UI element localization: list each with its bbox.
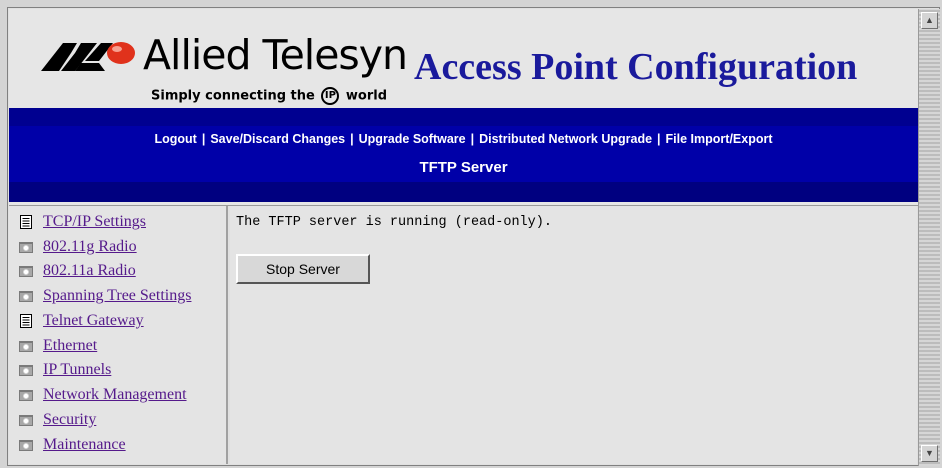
tagline-after: world <box>345 88 388 104</box>
stop-server-button[interactable]: Stop Server <box>236 254 370 284</box>
sidebar-item-label: Maintenance <box>43 436 126 453</box>
ip-circle-icon: IP <box>321 87 340 105</box>
sidebar-item-80211g-radio[interactable]: 802.11g Radio <box>18 236 137 258</box>
nav-save-discard-link[interactable]: Save/Discard Changes <box>210 132 345 146</box>
scroll-down-icon[interactable]: ▼ <box>921 445 938 462</box>
folder-icon <box>19 291 33 302</box>
brand-name: Allied Telesyn <box>143 31 408 79</box>
nav-stripe-top <box>9 108 918 126</box>
sidebar-item-label: Spanning Tree Settings <box>43 287 192 304</box>
nav-separator: | <box>201 132 206 146</box>
sidebar-item-security[interactable]: Security <box>18 409 96 431</box>
nav-logout-link[interactable]: Logout <box>155 132 197 146</box>
sidebar-item-label: TCP/IP Settings <box>43 213 146 230</box>
sidebar-item-telnet-gateway[interactable]: Telnet Gateway <box>18 310 144 332</box>
folder-icon <box>19 365 33 376</box>
sidebar-item-ethernet[interactable]: Ethernet <box>18 335 97 357</box>
sidebar-item-label: 802.11a Radio <box>43 262 136 279</box>
sidebar-item-label: Telnet Gateway <box>43 312 144 329</box>
folder-icon <box>19 390 33 401</box>
folder-icon <box>19 341 33 352</box>
sidebar-item-label: Ethernet <box>43 337 98 354</box>
content-lower-frame <box>230 344 917 464</box>
sidebar-tree: TCP/IP Settings 802.11g Radio 802.11a Ra… <box>9 206 228 464</box>
folder-icon <box>19 415 33 426</box>
nav-separator: | <box>350 132 354 146</box>
server-status-text: The TFTP server is running (read-only). <box>236 215 552 230</box>
nav-stripe-bottom <box>9 182 918 202</box>
allied-telesyn-logo: Allied Telesyn Simply connecting the IP … <box>41 31 408 109</box>
nav-separator: | <box>470 132 475 146</box>
nav-separator: | <box>657 132 661 146</box>
nav-distributed-upgrade-link[interactable]: Distributed Network Upgrade <box>479 132 652 146</box>
sidebar-item-tcpip-settings[interactable]: TCP/IP Settings <box>18 211 146 233</box>
nav-file-import-export-link[interactable]: File Import/Export <box>666 132 773 146</box>
sidebar-item-label: IP Tunnels <box>43 361 112 378</box>
content-frame: The TFTP server is running (read-only). … <box>230 206 917 346</box>
nav-upgrade-software-link[interactable]: Upgrade Software <box>359 132 466 146</box>
scroll-up-icon[interactable]: ▲ <box>921 12 938 29</box>
folder-icon <box>19 440 33 451</box>
folder-icon <box>19 266 33 277</box>
document-icon <box>20 215 32 229</box>
document-icon <box>20 314 32 328</box>
sidebar-item-ip-tunnels[interactable]: IP Tunnels <box>18 359 111 381</box>
sidebar-item-maintenance[interactable]: Maintenance <box>18 434 126 456</box>
sidebar-item-spanning-tree[interactable]: Spanning Tree Settings <box>18 285 191 307</box>
tagline-before: Simply connecting the <box>151 88 315 104</box>
sidebar-item-label: Security <box>43 411 97 428</box>
logo-mark-icon <box>41 42 135 71</box>
sidebar-item-label: 802.11g Radio <box>43 238 137 255</box>
sidebar-item-80211a-radio[interactable]: 802.11a Radio <box>18 260 136 282</box>
nav-band: Logout | Save/Discard Changes | Upgrade … <box>9 108 918 202</box>
page-title: Access Point Configuration <box>414 46 858 88</box>
section-title: TFTP Server <box>9 152 918 182</box>
folder-icon <box>19 242 33 253</box>
top-nav: Logout | Save/Discard Changes | Upgrade … <box>9 126 918 152</box>
sidebar-item-label: Network Management <box>43 386 187 403</box>
vertical-scrollbar[interactable]: ▲ ▼ <box>918 9 940 466</box>
sidebar-item-network-management[interactable]: Network Management <box>18 384 187 406</box>
tagline: Simply connecting the IP world <box>151 87 387 105</box>
